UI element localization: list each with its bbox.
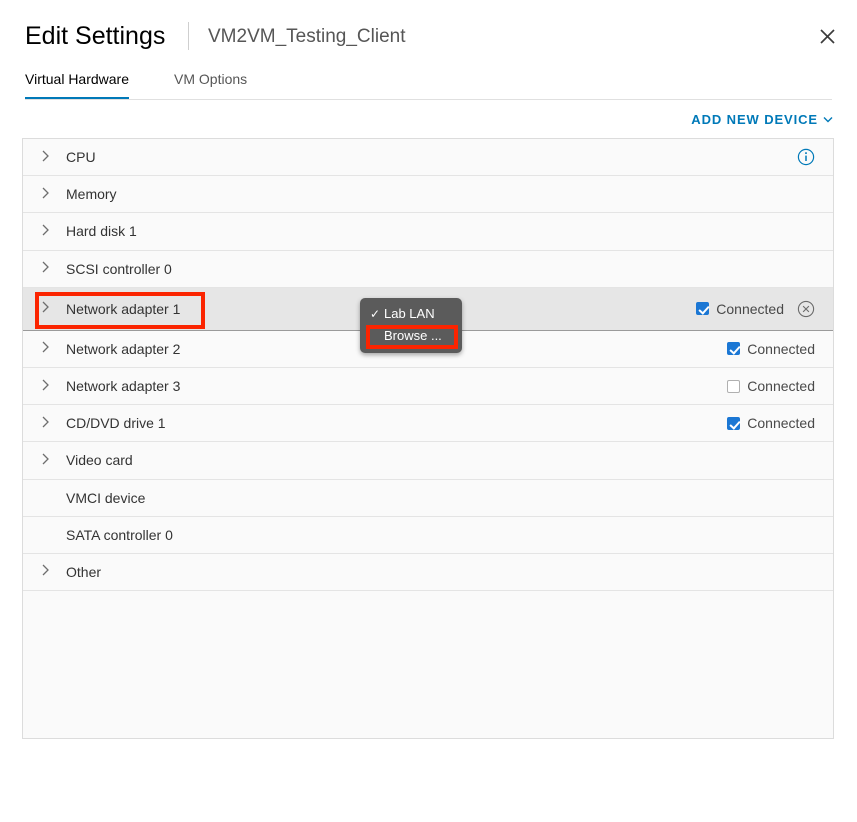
table-row[interactable]: Other (23, 554, 833, 591)
connected-label: Connected (747, 377, 815, 395)
chevron-right-icon[interactable] (42, 379, 56, 394)
chevron-right-icon[interactable] (42, 150, 56, 165)
row-controls: Connected (727, 368, 833, 404)
chevron-down-icon (823, 115, 833, 126)
check-icon: ✓ (370, 305, 382, 323)
page-title: Edit Settings (25, 20, 165, 52)
table-row[interactable]: Video card (23, 442, 833, 479)
dropdown-item-lab-lan-label: Lab LAN (384, 305, 435, 323)
row-controls: Connected (727, 331, 833, 367)
connected-label: Connected (747, 340, 815, 358)
connected-control[interactable]: Connected (696, 300, 784, 318)
row-controls (815, 442, 833, 478)
add-new-device-label: ADD NEW DEVICE (691, 111, 818, 128)
row-controls (815, 554, 833, 590)
connected-control[interactable]: Connected (727, 340, 815, 358)
device-name-label: Network adapter 2 (66, 340, 180, 358)
chevron-right-icon[interactable] (42, 187, 56, 202)
dialog-header: Edit Settings VM2VM_Testing_Client (0, 0, 857, 66)
table-row[interactable]: CD/DVD drive 1 Connected (23, 405, 833, 442)
info-icon[interactable] (797, 148, 815, 166)
device-name-label: Other (66, 563, 101, 581)
table-row[interactable]: Hard disk 1 (23, 213, 833, 250)
tab-bar-divider (25, 99, 832, 100)
tab-vm-options-label: VM Options (174, 71, 247, 87)
chevron-right-icon[interactable] (42, 341, 56, 356)
table-row[interactable]: CPU (23, 139, 833, 176)
chevron-right-icon[interactable] (42, 453, 56, 468)
device-name-label: Memory (66, 185, 117, 203)
device-row-list: CPU Memory Hard disk 1 SCSI controller 0 Net… (23, 139, 833, 591)
dropdown-item-lab-lan[interactable]: ✓ Lab LAN (360, 303, 462, 325)
table-row[interactable]: Network adapter 3 Connected (23, 368, 833, 405)
row-controls (815, 480, 833, 516)
device-name-label: SCSI controller 0 (66, 260, 172, 278)
connected-checkbox[interactable] (727, 342, 740, 355)
dropdown-item-browse-label: Browse ... (384, 327, 442, 345)
connected-control[interactable]: Connected (727, 414, 815, 432)
close-button[interactable] (813, 22, 841, 50)
chevron-right-icon[interactable] (42, 261, 56, 276)
remove-device-icon[interactable] (797, 300, 815, 318)
device-name-label: CPU (66, 148, 96, 166)
row-controls (815, 176, 833, 212)
add-new-device-button[interactable]: ADD NEW DEVICE (691, 111, 833, 128)
chevron-right-icon[interactable] (42, 224, 56, 239)
tab-vm-options[interactable]: VM Options (174, 70, 247, 97)
tab-bar: Virtual Hardware VM Options (0, 70, 857, 100)
tab-virtual-hardware[interactable]: Virtual Hardware (25, 70, 129, 100)
virtual-hardware-device-table: CPU Memory Hard disk 1 SCSI controller 0 Net… (22, 138, 834, 739)
connected-label: Connected (747, 414, 815, 432)
table-empty-area (23, 591, 833, 739)
chevron-right-icon[interactable] (42, 416, 56, 431)
device-name-label: Network adapter 3 (66, 377, 180, 395)
device-name-label: Hard disk 1 (66, 222, 137, 240)
device-name-label: SATA controller 0 (66, 526, 173, 544)
connected-control[interactable]: Connected (727, 377, 815, 395)
table-row[interactable]: SCSI controller 0 (23, 251, 833, 288)
network-selection-dropdown[interactable]: ✓ Lab LAN Browse ... (360, 298, 462, 353)
dialog-footer: CANCEL OK (0, 738, 857, 822)
dropdown-item-browse[interactable]: Browse ... (360, 325, 462, 347)
connected-checkbox[interactable] (727, 380, 740, 393)
table-row[interactable]: Memory (23, 176, 833, 213)
table-row[interactable]: VMCI device (23, 480, 833, 517)
tab-virtual-hardware-label: Virtual Hardware (25, 71, 129, 87)
connected-checkbox[interactable] (696, 302, 709, 315)
connected-label: Connected (716, 300, 784, 318)
connected-checkbox[interactable] (727, 417, 740, 430)
title-separator (188, 22, 189, 50)
table-row[interactable]: SATA controller 0 (23, 517, 833, 554)
device-name-label: Network adapter 1 (66, 300, 180, 318)
row-controls (815, 213, 833, 249)
vm-name-label: VM2VM_Testing_Client (208, 24, 405, 50)
device-name-label: VMCI device (66, 489, 145, 507)
row-controls: Connected (727, 405, 833, 441)
row-controls (815, 517, 833, 553)
row-controls (815, 251, 833, 287)
device-name-label: CD/DVD drive 1 (66, 414, 166, 432)
edit-settings-dialog: Edit Settings VM2VM_Testing_Client Virtu… (0, 0, 857, 822)
close-icon (819, 28, 836, 45)
device-name-label: Video card (66, 451, 133, 469)
row-controls: Connected (696, 288, 833, 330)
row-controls (797, 139, 833, 175)
chevron-right-icon[interactable] (42, 301, 56, 316)
chevron-right-icon[interactable] (42, 564, 56, 579)
